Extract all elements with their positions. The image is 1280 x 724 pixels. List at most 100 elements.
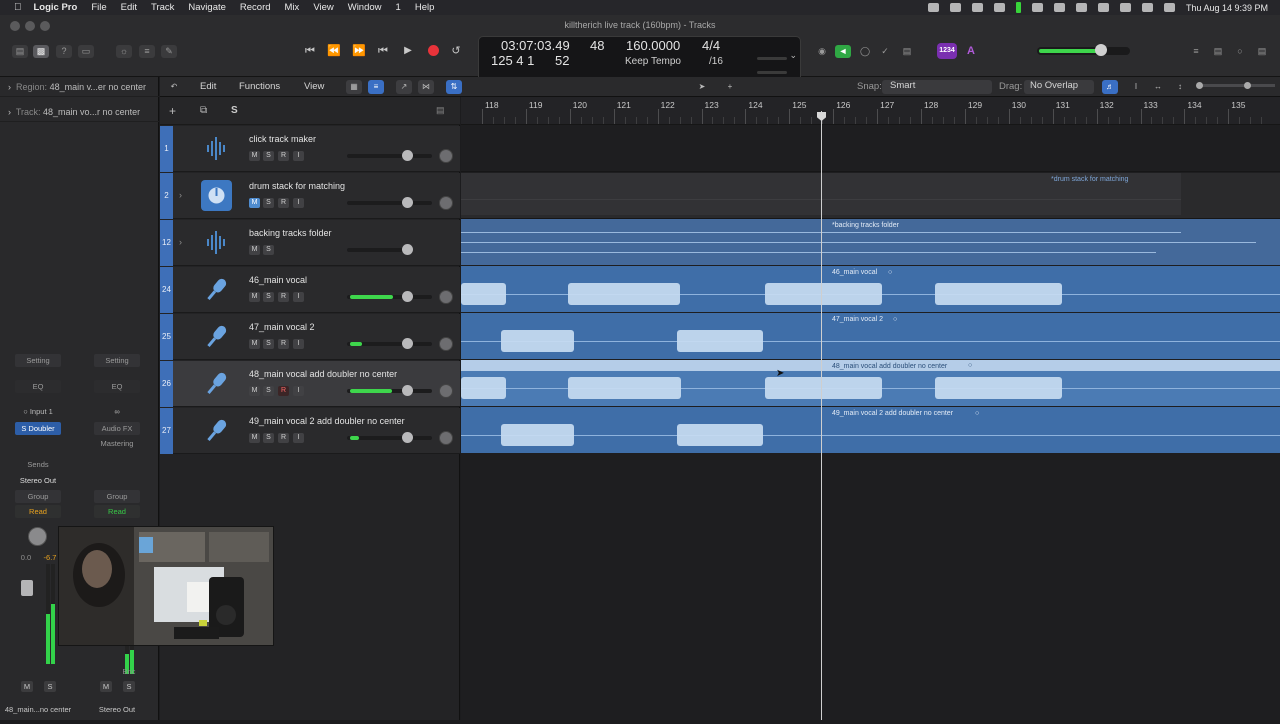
flex-icon[interactable]: ⋈ [418, 80, 434, 94]
menu-navigate[interactable]: Navigate [188, 2, 226, 13]
menu-window[interactable]: Window [348, 2, 382, 13]
mute-button[interactable]: M [249, 386, 260, 396]
automation-mode[interactable]: Read [15, 505, 61, 518]
volume-slider[interactable] [347, 154, 432, 158]
grid-view-icon[interactable]: ▦ [346, 80, 362, 94]
view-menu[interactable]: View [304, 81, 324, 92]
volume-icon[interactable] [1053, 3, 1065, 12]
setting-button[interactable]: Setting [15, 354, 61, 367]
pencil-tool-icon[interactable]: + [722, 80, 738, 94]
status-icon[interactable] [949, 3, 961, 12]
mixer-icon[interactable]: ≡ [139, 45, 155, 58]
audio-region[interactable]: 46_main vocal ○ [461, 266, 1280, 312]
record-button[interactable] [424, 43, 442, 59]
menu-record[interactable]: Record [240, 2, 271, 13]
volume-knob[interactable] [402, 385, 413, 396]
record-enable-button[interactable]: R [278, 151, 289, 161]
clock[interactable]: Thu Aug 14 9:39 PM [1186, 3, 1268, 13]
setting-button[interactable]: Setting [94, 354, 140, 367]
mute-button[interactable]: M [249, 433, 260, 443]
track-header[interactable]: 12 › backing tracks folder M S [160, 220, 460, 266]
volume-knob[interactable] [402, 244, 413, 255]
toolbar-icon[interactable]: ▭ [78, 45, 94, 58]
pan-knob[interactable] [439, 196, 453, 210]
solo-button[interactable]: S [263, 151, 274, 161]
eq-slot[interactable]: EQ [94, 380, 140, 393]
mute-button[interactable]: M [249, 198, 260, 208]
input-monitor-button[interactable]: I [293, 198, 304, 208]
play-icon[interactable]: ▶ [399, 43, 417, 59]
fast-forward-icon[interactable]: ⏩ [350, 43, 368, 59]
track-height-icon[interactable]: ↕ [1172, 80, 1188, 94]
mute-button[interactable]: M [249, 339, 260, 349]
search-icon[interactable] [1119, 3, 1131, 12]
back-icon[interactable]: ↶ [166, 80, 182, 94]
master-volume-slider[interactable] [1037, 44, 1130, 56]
menu-view[interactable]: View [313, 2, 333, 13]
volume-knob[interactable] [402, 291, 413, 302]
horizontal-zoom-slider[interactable] [1220, 82, 1275, 89]
record-enable-button[interactable]: R [278, 386, 289, 396]
master-volume-knob[interactable] [1095, 44, 1107, 56]
go-to-beginning-icon[interactable]: ⏮ [301, 43, 319, 59]
duplicate-track-button[interactable]: ⧉ [200, 105, 207, 116]
catch-content-icon[interactable]: ▤ [436, 105, 445, 116]
group-slot[interactable]: Group [94, 490, 140, 503]
record-enable-button[interactable]: R [278, 339, 289, 349]
solo-button[interactable]: S [263, 433, 274, 443]
menu-app-name[interactable]: Logic Pro [34, 2, 78, 13]
waveform-zoom-icon[interactable]: ♬ [1102, 80, 1118, 94]
go-to-position-icon[interactable]: ⏮ [374, 43, 392, 59]
record-enable-button[interactable]: R [278, 433, 289, 443]
menu-file[interactable]: File [91, 2, 106, 13]
snap-dropdown[interactable]: Smart [882, 80, 992, 94]
volume-fader[interactable] [21, 580, 33, 596]
solo-button[interactable]: S [263, 198, 274, 208]
solo-button[interactable]: S [263, 245, 274, 255]
input-monitor-button[interactable]: I [293, 151, 304, 161]
track-name[interactable]: 49_main vocal 2 add doubler no center [249, 416, 405, 426]
sends-slot[interactable]: Sends [15, 458, 61, 471]
cycle-icon[interactable]: ↺ [447, 43, 465, 59]
track-name[interactable]: 46_main vocal [249, 275, 307, 285]
disclosure-icon[interactable]: › [179, 237, 182, 247]
track-header[interactable]: 24 46_main vocal M S R I [160, 267, 460, 313]
menu-help[interactable]: Help [415, 2, 435, 13]
status-icon[interactable] [927, 3, 939, 12]
rewind-icon[interactable]: ⏪ [325, 43, 343, 59]
track-header[interactable]: 25 47_main vocal 2 M S R I [160, 314, 460, 360]
pan-knob[interactable] [439, 431, 453, 445]
lcd-tempo[interactable]: 160.0000 [626, 38, 680, 53]
list-icon[interactable]: ≡ [1188, 45, 1204, 58]
region-inspector-row[interactable]: › Region: 48_main v...er no center [0, 77, 159, 97]
tuner-icon[interactable]: ✓ [877, 45, 893, 58]
mute-button[interactable]: M [100, 681, 112, 692]
dropbox-icon[interactable] [993, 3, 1005, 12]
browser-icon[interactable]: ▤ [1254, 45, 1270, 58]
eq-slot[interactable]: EQ [15, 380, 61, 393]
audio-region[interactable]: 49_main vocal 2 add doubler no center ○ [461, 407, 1280, 453]
catch-icon[interactable]: ↗ [396, 80, 412, 94]
mute-button[interactable]: M [249, 245, 260, 255]
track-name[interactable]: backing tracks folder [249, 228, 332, 238]
mute-button[interactable]: M [21, 681, 33, 692]
lcd-display[interactable]: 03:07:03.49 48 160.0000 4/4 125 4 1 52 K… [478, 36, 801, 83]
tuner-badge[interactable]: A [961, 43, 981, 59]
pan-knob[interactable] [439, 384, 453, 398]
siri-icon[interactable] [1163, 3, 1175, 12]
disclosure-icon[interactable]: › [179, 190, 182, 200]
pointer-tool-icon[interactable]: ➤ [694, 80, 710, 94]
track-header[interactable]: 27 49_main vocal 2 add doubler no center… [160, 408, 460, 454]
volume-knob[interactable] [402, 432, 413, 443]
automation-mode[interactable]: Read [94, 505, 140, 518]
lcd-tempo-mode[interactable]: Keep Tempo [625, 56, 681, 67]
metronome-icon[interactable]: ◯ [857, 45, 873, 58]
slider-knob[interactable] [1244, 82, 1251, 89]
horizontal-zoom-icon[interactable]: ↔ [1150, 80, 1166, 94]
status-icon[interactable] [1031, 3, 1043, 12]
disclosure-icon[interactable]: › [8, 82, 11, 92]
menu-mix[interactable]: Mix [285, 2, 300, 13]
track-lane[interactable] [461, 126, 1280, 172]
volume-knob[interactable] [402, 338, 413, 349]
track-header[interactable]: 2 › drum stack for matching M S R I [160, 173, 460, 219]
